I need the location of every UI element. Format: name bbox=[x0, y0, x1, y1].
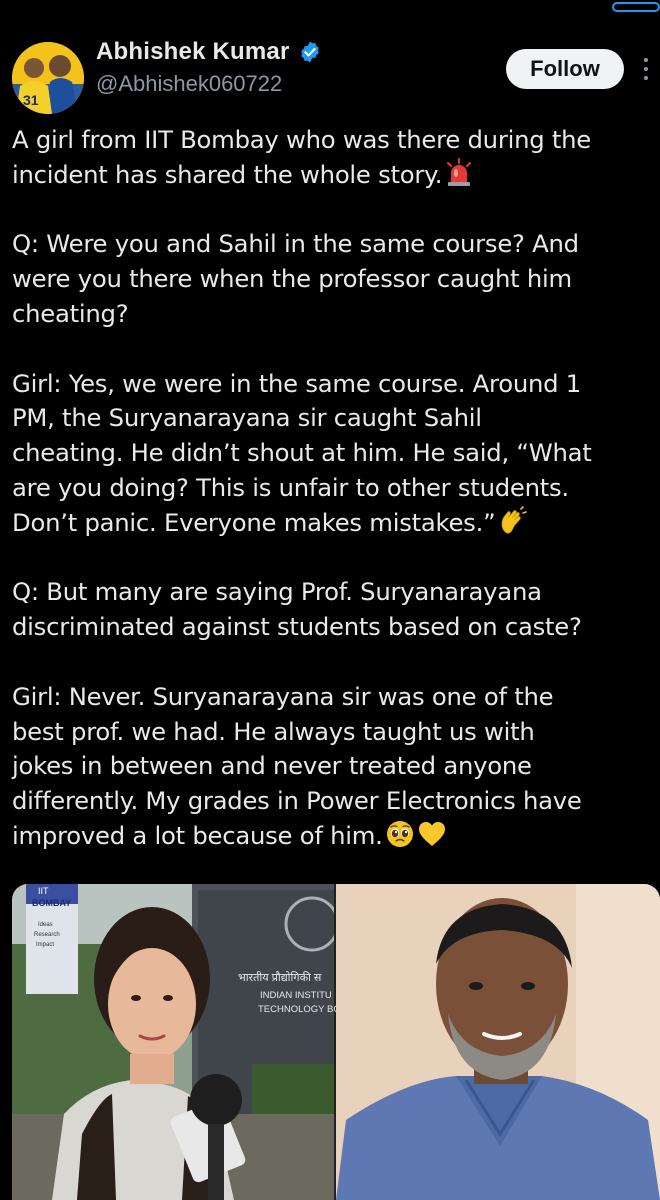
tweet-paragraph: Q: Were you and Sahil in the same course… bbox=[12, 227, 658, 331]
tweet-line: were you there when the professor caught… bbox=[12, 264, 572, 294]
author-info: Abhishek Kumar @Abhishek060722 bbox=[96, 38, 322, 97]
photo-professor-portrait bbox=[336, 884, 660, 1200]
tweet-paragraph: Girl: Never. Suryanarayana sir was one o… bbox=[12, 680, 658, 854]
status-indicator-pill bbox=[612, 2, 660, 12]
verified-badge-icon bbox=[300, 41, 319, 63]
tweet-media[interactable]: IIT BOMBAY Ideas Research Impact भारतीय … bbox=[12, 884, 660, 1200]
tweet-line-with-emoji: incident has shared the whole story. bbox=[12, 157, 658, 193]
tweet-line: cheating? bbox=[12, 298, 129, 328]
tweet-line: Girl: Never. Suryanarayana sir was one o… bbox=[12, 681, 554, 711]
tweet-paragraph: Girl: Yes, we were in the same course. A… bbox=[12, 367, 658, 541]
clapping-hands-emoji-icon bbox=[497, 505, 528, 536]
tweet-line: Girl: Yes, we were in the same course. A… bbox=[12, 368, 582, 398]
tweet-line: differently. My grades in Power Electron… bbox=[12, 786, 582, 816]
avatar-image: 31 bbox=[12, 42, 84, 114]
avatar-jersey-number: 31 bbox=[23, 92, 39, 108]
tweet-line: cheating. He didn’t shout at him. He sai… bbox=[12, 438, 592, 468]
tweet-text: A girl from IIT Bombay who was there dur… bbox=[12, 123, 658, 854]
building-sign-line2: TECHNOLOGY BO bbox=[258, 1004, 341, 1015]
media-photo-right[interactable] bbox=[336, 884, 660, 1200]
iit-sign-tagline-2: Research bbox=[34, 932, 60, 938]
tweet-line: best prof. we had. He always taught us w… bbox=[12, 716, 535, 746]
avatar[interactable]: 31 bbox=[12, 42, 84, 114]
tweet-line-with-emoji: improved a lot because of him. bbox=[12, 819, 658, 854]
pleading-face-emoji-icon bbox=[385, 819, 415, 849]
tweet-line: A girl from IIT Bombay who was there dur… bbox=[12, 125, 591, 154]
tweet-line: Q: Were you and Sahil in the same course… bbox=[12, 229, 579, 259]
tweet-line: discriminated against students based on … bbox=[12, 612, 582, 642]
tweet-line: PM, the Suryanarayana sir caught Sahil bbox=[12, 403, 482, 433]
iit-sign-tagline-1: Ideas bbox=[38, 922, 53, 928]
tweet-line: improved a lot because of him. bbox=[12, 820, 383, 850]
media-photo-left[interactable]: IIT BOMBAY Ideas Research Impact भारतीय … bbox=[12, 884, 341, 1200]
police-light-emoji-icon bbox=[444, 157, 474, 188]
tweet-line-with-emoji: Don’t panic. Everyone makes mistakes.” bbox=[12, 505, 658, 541]
tweet-header: 31 Abhishek Kumar @Abhishek060722 Follow bbox=[0, 30, 660, 114]
building-sign-line1: INDIAN INSTITU bbox=[260, 990, 332, 1001]
top-status-strip bbox=[0, 0, 660, 14]
tweet-line: jokes in between and never treated anyon… bbox=[12, 751, 532, 781]
yellow-heart-emoji-icon bbox=[417, 819, 447, 849]
iit-sign-top: IIT bbox=[38, 886, 49, 896]
iit-sign-tagline-3: Impact bbox=[36, 942, 55, 948]
author-display-name[interactable]: Abhishek Kumar bbox=[96, 38, 290, 66]
follow-button[interactable]: Follow bbox=[506, 49, 624, 89]
author-handle[interactable]: @Abhishek060722 bbox=[96, 71, 322, 97]
more-options-icon[interactable] bbox=[636, 50, 656, 88]
building-sign-hindi: भारतीय प्रौद्योगिकी स bbox=[238, 972, 322, 984]
tweet-line: Q: But many are saying Prof. Suryanaraya… bbox=[12, 577, 542, 607]
photo-student-interview bbox=[12, 884, 334, 1200]
tweet-paragraph: A girl from IIT Bombay who was there dur… bbox=[12, 123, 658, 193]
tweet-line: Don’t panic. Everyone makes mistakes.” bbox=[12, 507, 496, 537]
tweet-paragraph: Q: But many are saying Prof. Suryanaraya… bbox=[12, 575, 658, 645]
tweet-line: are you doing? This is unfair to other s… bbox=[12, 472, 569, 502]
tweet-line: incident has shared the whole story. bbox=[12, 159, 443, 189]
iit-sign-name: BOMBAY bbox=[32, 898, 72, 908]
